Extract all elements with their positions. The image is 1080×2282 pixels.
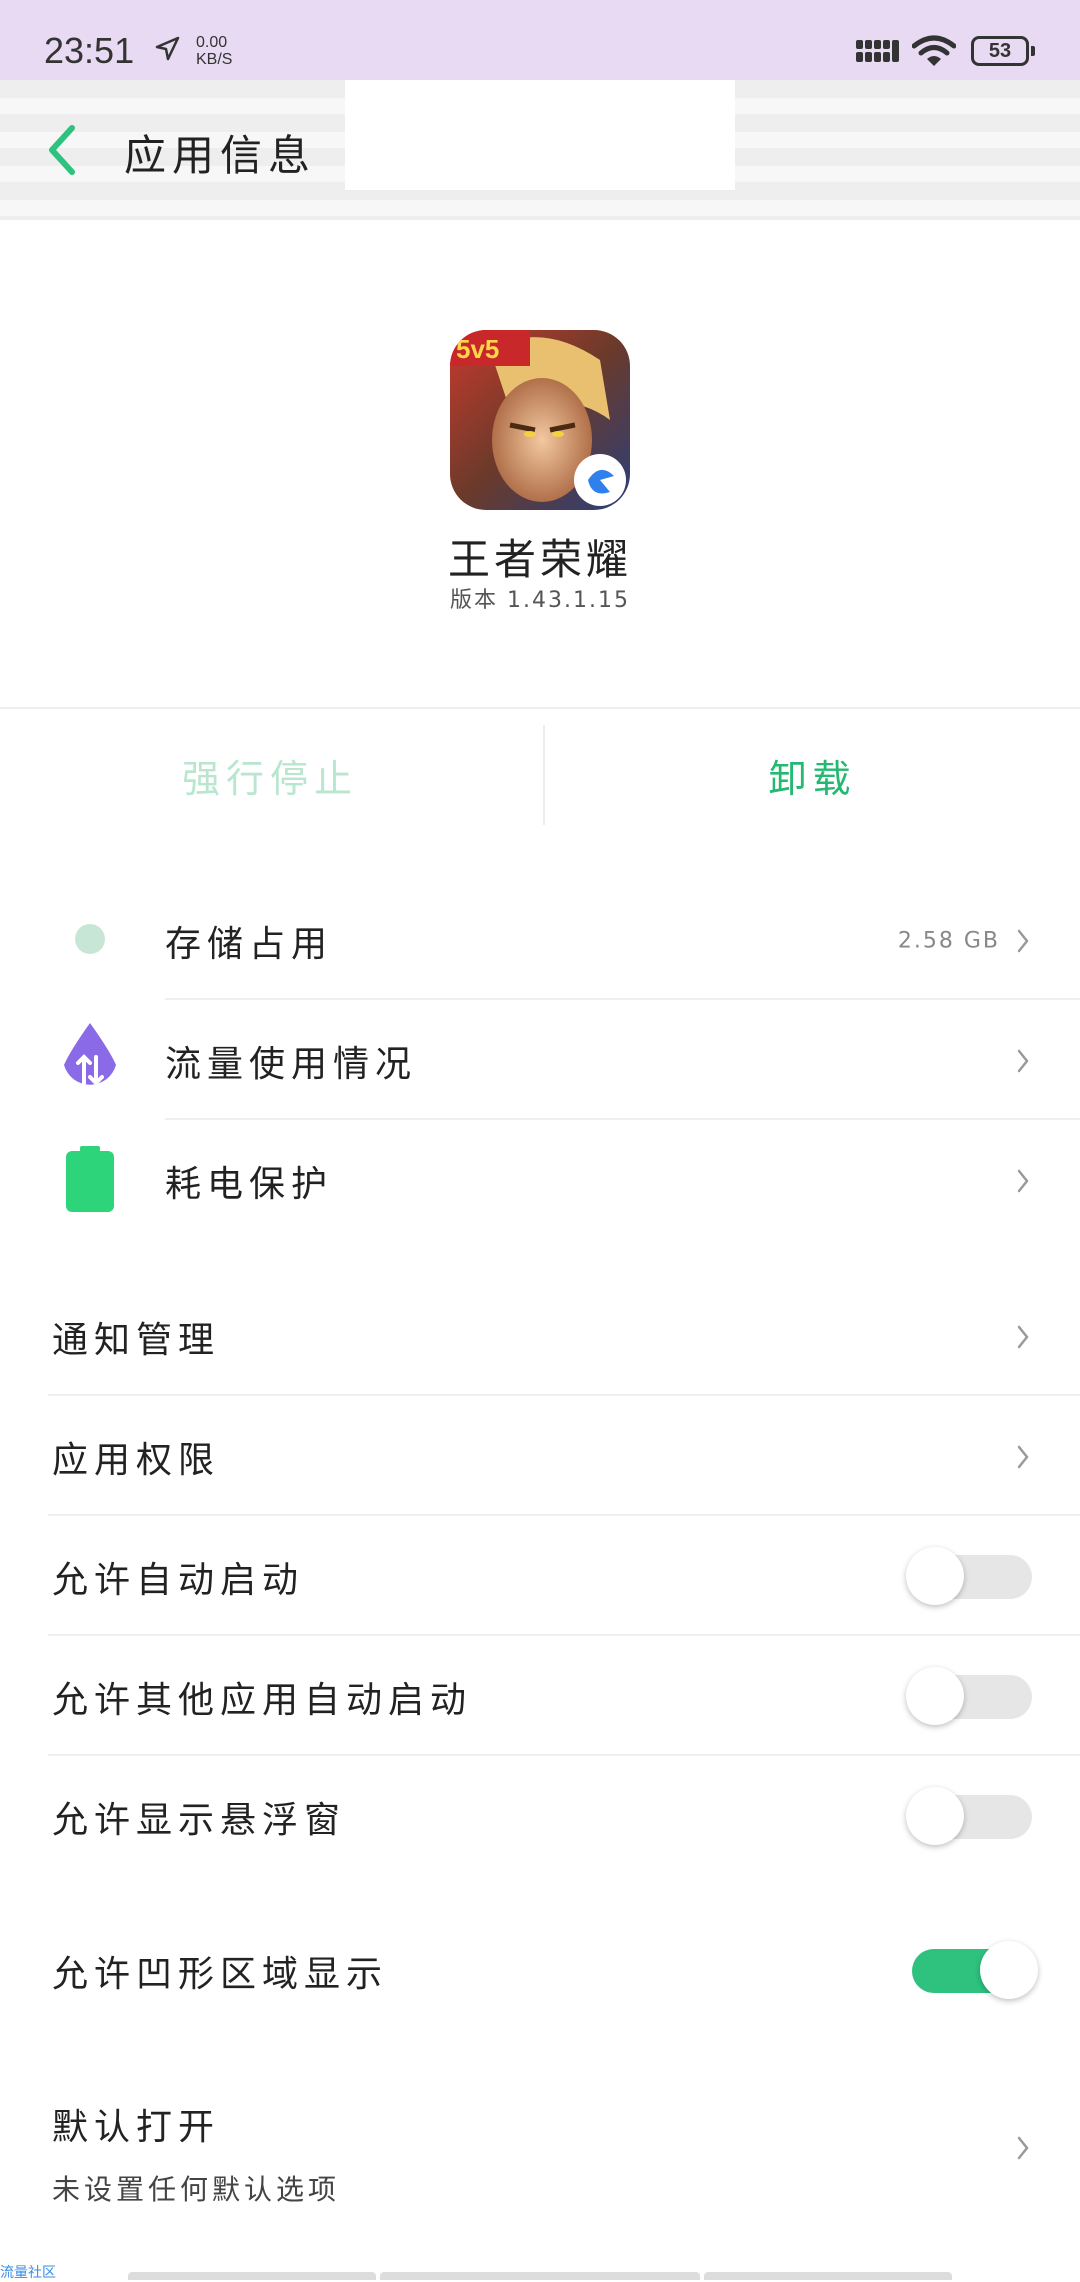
- header-blank-area: [345, 80, 735, 190]
- wifi-icon: [911, 34, 957, 72]
- row-label: 耗电保护: [165, 1164, 334, 1205]
- divider: [48, 1394, 1080, 1396]
- row-battery-protection[interactable]: 耗电保护: [0, 1122, 1080, 1240]
- notch-area-toggle[interactable]: [912, 1941, 1038, 1999]
- chevron-left-icon[interactable]: [44, 124, 80, 180]
- battery-indicator: 53: [971, 36, 1035, 66]
- force-stop-button[interactable]: 强行停止: [0, 720, 540, 830]
- row-label: 允许凹形区域显示: [52, 1954, 389, 1995]
- row-allow-floating-window: 允许显示悬浮窗: [0, 1758, 1080, 1876]
- toggle-knob: [906, 1547, 964, 1605]
- row-label: 存储占用: [165, 924, 334, 965]
- app-name: 王者荣耀: [447, 535, 632, 584]
- floating-window-toggle[interactable]: [906, 1787, 1032, 1845]
- chevron-right-icon: [1017, 1325, 1029, 1349]
- row-label: 允许自动启动: [52, 1560, 305, 1601]
- row-app-permissions[interactable]: 应用权限: [0, 1398, 1080, 1516]
- other-apps-auto-start-toggle[interactable]: [906, 1667, 1032, 1725]
- divider: [48, 1514, 1080, 1516]
- row-label: 应用权限: [52, 1440, 221, 1481]
- row-label: 流量使用情况: [165, 1044, 418, 1085]
- row-label: 通知管理: [52, 1320, 221, 1361]
- divider: [0, 707, 1080, 709]
- network-speed: 0.00 KB/S: [196, 34, 232, 68]
- storage-dot-icon: [74, 923, 106, 959]
- row-sublabel: 未设置任何默认选项: [52, 2173, 341, 2206]
- toggle-knob: [906, 1787, 964, 1845]
- chevron-right-icon: [1017, 929, 1029, 953]
- row-default-open[interactable]: 默认打开 未设置任何默认选项: [0, 2088, 1080, 2208]
- nav-bar-hint: [128, 2272, 376, 2280]
- row-label: 默认打开: [52, 2107, 221, 2148]
- divider: [165, 1118, 1080, 1120]
- page-title: 应用信息: [124, 131, 317, 180]
- row-allow-other-apps-auto-start: 允许其他应用自动启动: [0, 1638, 1080, 1756]
- chevron-right-icon: [1017, 2136, 1029, 2160]
- watermark: 流量社区: [0, 2265, 56, 2281]
- row-allow-notch-area-display: 允许凹形区域显示: [0, 1912, 1080, 2030]
- row-notification-management[interactable]: 通知管理: [0, 1278, 1080, 1396]
- status-bar: 23:51 0.00 KB/S 53: [0, 0, 1080, 80]
- nav-bar-hint: [380, 2272, 700, 2280]
- app-version: 版本 1.43.1.15: [450, 588, 630, 613]
- status-time: 23:51: [44, 30, 135, 71]
- signal-icon: [856, 38, 900, 68]
- network-speed-unit: KB/S: [196, 51, 233, 68]
- toggle-knob: [906, 1667, 964, 1725]
- battery-icon: [66, 1146, 114, 1216]
- row-storage[interactable]: 存储占用 2.58 GB: [0, 882, 1080, 1000]
- uninstall-button[interactable]: 卸载: [545, 720, 1080, 830]
- svg-text:5v5: 5v5: [456, 334, 499, 364]
- auto-start-toggle[interactable]: [906, 1547, 1032, 1605]
- data-usage-drop-icon: [60, 1021, 120, 1101]
- divider: [165, 998, 1080, 1000]
- chevron-right-icon: [1017, 1049, 1029, 1073]
- divider: [48, 1634, 1080, 1636]
- row-data-usage[interactable]: 流量使用情况: [0, 1002, 1080, 1120]
- row-label: 允许其他应用自动启动: [52, 1680, 473, 1721]
- chevron-right-icon: [1017, 1169, 1029, 1193]
- location-arrow-icon: [154, 36, 180, 66]
- nav-bar-hint: [704, 2272, 952, 2280]
- row-label: 允许显示悬浮窗: [52, 1800, 347, 1841]
- storage-value: 2.58 GB: [897, 928, 1000, 954]
- chevron-right-icon: [1017, 1445, 1029, 1469]
- row-allow-auto-start: 允许自动启动: [0, 1518, 1080, 1636]
- app-icon: 5v5: [450, 330, 630, 510]
- toggle-knob: [980, 1941, 1038, 1999]
- divider: [48, 1754, 1080, 1756]
- network-speed-value: 0.00: [196, 34, 228, 51]
